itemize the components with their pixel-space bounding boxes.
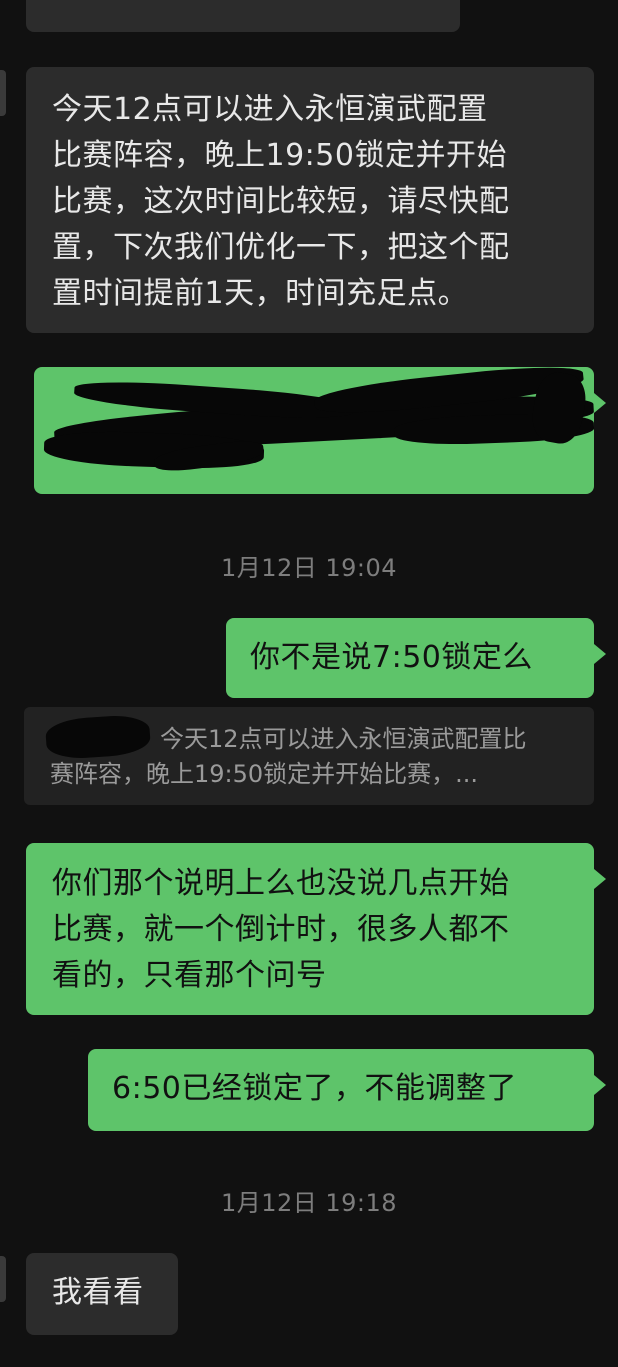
timestamp: 1月12日 19:18 — [220, 1189, 398, 1217]
outgoing-message-bubble[interactable]: 你们那个说明上么也没说几点开始 比赛，就一个倒计时，很多人都不 看的，只看那个问… — [26, 843, 606, 1015]
previous-message-bubble[interactable] — [26, 0, 460, 32]
outgoing-message-bubble[interactable]: 你不是说7:50锁定么 — [226, 618, 606, 698]
redacted-message-bubble[interactable] — [34, 367, 606, 494]
avatar[interactable] — [0, 1256, 6, 1302]
incoming-message-bubble[interactable]: 今天12点可以进入永恒演武配置 比赛阵容，晚上19:50锁定并开始 比赛，这次时… — [26, 67, 594, 333]
chat-history[interactable]: 今天12点可以进入永恒演武配置 比赛阵容，晚上19:50锁定并开始 比赛，这次时… — [0, 0, 618, 1367]
quoted-message-line: 赛阵容，晚上19:50锁定并开始比赛，... — [50, 760, 479, 788]
timestamp: 1月12日 19:04 — [220, 554, 398, 582]
redaction-scribble — [34, 367, 594, 494]
incoming-message-bubble[interactable]: 我看看 — [26, 1253, 178, 1335]
avatar[interactable] — [0, 70, 6, 116]
quoted-message[interactable]: 今天12点可以进入永恒演武配置比 赛阵容，晚上19:50锁定并开始比赛，... — [24, 707, 594, 805]
outgoing-message-bubble[interactable]: 6:50已经锁定了，不能调整了 — [88, 1049, 606, 1131]
